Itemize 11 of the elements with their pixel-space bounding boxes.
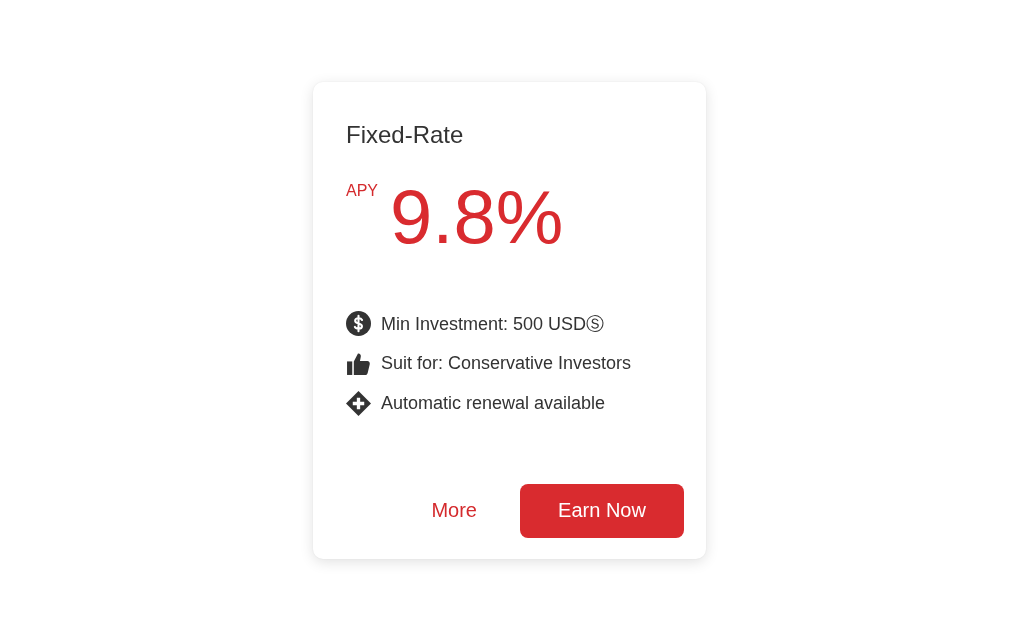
feature-text: Min Investment: 500 USDⓈ <box>381 312 605 336</box>
more-link[interactable]: More <box>419 483 489 538</box>
thumbs-up-icon <box>346 351 371 376</box>
apy-label: APY <box>346 182 378 199</box>
feature-text: Automatic renewal available <box>381 393 606 414</box>
dollar-coin-icon <box>346 311 371 336</box>
apy-value: 9.8% <box>390 178 564 255</box>
feature-text: Suit for: Conservative Investors <box>381 353 632 374</box>
diamond-plus-icon <box>346 391 371 416</box>
card-title: Fixed-Rate <box>346 120 465 149</box>
earn-now-button[interactable]: Earn Now <box>520 483 684 538</box>
